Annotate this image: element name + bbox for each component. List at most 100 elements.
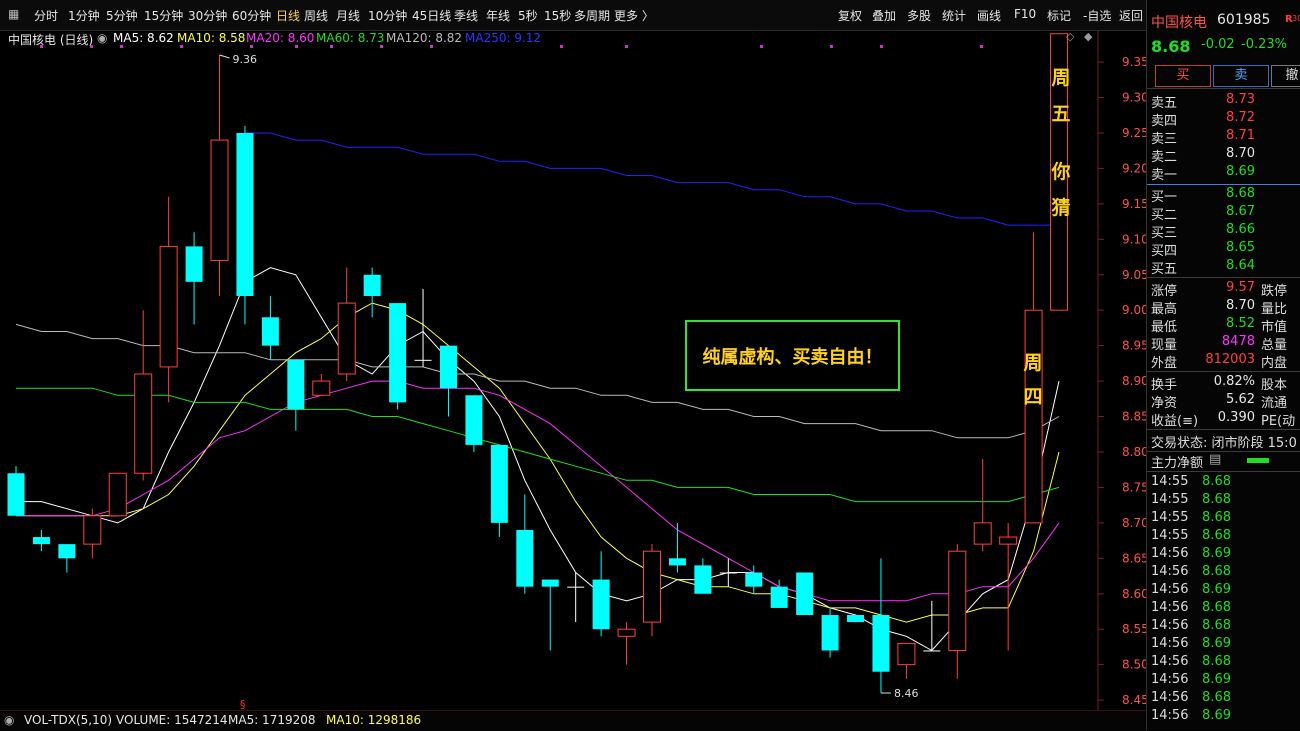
candle[interactable] xyxy=(58,544,76,573)
candle[interactable] xyxy=(490,444,508,538)
candle[interactable] xyxy=(872,558,890,693)
candle[interactable] xyxy=(389,303,407,410)
candle[interactable] xyxy=(312,374,331,396)
period-tab[interactable]: 日线 xyxy=(276,7,300,24)
ask-row[interactable]: 卖四 8.72 xyxy=(1151,110,1300,129)
toolbar-right-item[interactable]: F10 xyxy=(1014,7,1036,21)
candlestick-chart[interactable]: 9.35 9.30 9.25 9.20 9.15 9.10 9.05 9.00 8.95 8.90… xyxy=(0,30,1146,710)
sell-button[interactable]: 卖 xyxy=(1213,65,1269,87)
candle[interactable] xyxy=(948,544,967,679)
candle[interactable] xyxy=(897,642,916,679)
candle[interactable] xyxy=(516,494,534,594)
candle[interactable] xyxy=(261,296,279,360)
ask-row[interactable]: 卖五 8.73 xyxy=(1151,92,1300,111)
candle[interactable] xyxy=(210,55,229,297)
period-tab[interactable]: 1分钟 xyxy=(68,7,100,24)
toolbar-right-item[interactable]: 叠加 xyxy=(872,7,896,24)
candle[interactable] xyxy=(287,359,305,431)
candle-body xyxy=(83,515,102,545)
candle[interactable] xyxy=(592,551,610,637)
period-tab[interactable]: 月线 xyxy=(336,7,360,24)
candle[interactable] xyxy=(796,572,814,616)
candle[interactable] xyxy=(821,607,839,658)
candle[interactable] xyxy=(439,345,457,417)
period-tab[interactable]: 10分钟 xyxy=(368,7,407,24)
tick-price: 8.68 xyxy=(1202,654,1231,669)
event-marker xyxy=(380,45,383,48)
toolbar-right-item[interactable]: 标记 xyxy=(1047,7,1071,24)
indicator-collapse-icon[interactable]: ◉ xyxy=(4,713,14,727)
candle[interactable] xyxy=(617,622,636,665)
period-tab[interactable]: 季线 xyxy=(454,7,478,24)
candle[interactable] xyxy=(668,522,686,573)
toolbar-right-item[interactable]: 复权 xyxy=(838,7,862,24)
y-tick-label: 8.65 xyxy=(1122,551,1146,565)
candle[interactable] xyxy=(363,267,381,318)
bid-row[interactable]: 买一 8.68 xyxy=(1151,186,1300,205)
candle[interactable] xyxy=(414,288,432,367)
high-pointer xyxy=(219,54,230,59)
tick-row: 14:55 8.68 xyxy=(1151,510,1300,528)
main-flow-row[interactable]: 主力净额 ▤ xyxy=(1151,452,1300,471)
price-change: -0.02 xyxy=(1201,37,1235,52)
period-tab[interactable]: 周线 xyxy=(304,7,328,24)
toolbar-right-item[interactable]: 返回 xyxy=(1119,7,1143,24)
period-tab[interactable]: 年线 xyxy=(486,7,510,24)
candle[interactable] xyxy=(236,125,254,325)
buy-button[interactable]: 买 xyxy=(1155,65,1211,87)
list-icon[interactable]: ▤ xyxy=(1209,452,1221,467)
candle[interactable] xyxy=(185,232,203,325)
candle[interactable] xyxy=(973,459,992,552)
candle[interactable] xyxy=(465,395,483,452)
candle-body xyxy=(287,359,305,410)
toolbar-right-item[interactable]: 画线 xyxy=(977,7,1001,24)
candle[interactable] xyxy=(108,472,127,517)
vol-indicator-name[interactable]: VOL-TDX(5,10) xyxy=(24,713,112,727)
bid-price: 8.67 xyxy=(1226,204,1255,219)
stat-row: 收益(≡) 0.390 PE(动 xyxy=(1151,410,1300,429)
period-tab[interactable]: 更多 〉 xyxy=(614,7,654,24)
period-tab[interactable]: 15分钟 xyxy=(144,7,183,24)
candle-body xyxy=(32,537,50,545)
candle[interactable] xyxy=(134,310,153,481)
period-tab[interactable]: 15秒 xyxy=(544,7,571,24)
bid-row[interactable]: 买二 8.67 xyxy=(1151,204,1300,223)
ask-row[interactable]: 卖三 8.71 xyxy=(1151,128,1300,147)
period-tab[interactable]: 30分钟 xyxy=(188,7,227,24)
candle[interactable] xyxy=(83,508,102,559)
candle[interactable] xyxy=(32,529,50,552)
ask-price: 8.70 xyxy=(1226,146,1255,161)
ask-row[interactable]: 卖一 8.69 xyxy=(1151,164,1300,183)
candle-body xyxy=(847,615,865,623)
event-marker xyxy=(430,45,433,48)
candle[interactable] xyxy=(159,196,178,403)
y-tick-label: 9.00 xyxy=(1122,303,1146,317)
period-tab[interactable]: 60分钟 xyxy=(232,7,271,24)
candle[interactable] xyxy=(7,466,25,516)
bid-row[interactable]: 买三 8.66 xyxy=(1151,222,1300,241)
toolbar-right-item[interactable]: -自选 xyxy=(1083,7,1111,24)
bid-ask-divider xyxy=(1147,184,1300,185)
period-tab[interactable]: 5分钟 xyxy=(106,7,138,24)
candle[interactable] xyxy=(694,558,712,594)
event-marker xyxy=(295,45,298,48)
toolbar-right-item[interactable]: 统计 xyxy=(942,7,966,24)
candle[interactable] xyxy=(541,579,559,651)
period-tab[interactable]: 多周期 xyxy=(574,7,610,24)
bid-row[interactable]: 买五 8.64 xyxy=(1151,258,1300,277)
candle[interactable] xyxy=(847,615,865,623)
bid-row[interactable]: 买四 8.65 xyxy=(1151,240,1300,259)
period-tab[interactable]: 5秒 xyxy=(518,7,538,24)
period-tab[interactable]: 45日线 xyxy=(412,7,451,24)
candle-body xyxy=(923,650,941,652)
ask-row[interactable]: 卖二 8.70 xyxy=(1151,146,1300,165)
menu-grid-icon[interactable]: ▦ xyxy=(8,7,19,21)
candle[interactable] xyxy=(337,267,356,382)
candle[interactable] xyxy=(567,572,585,623)
trade-status: 交易状态: 闭市阶段 15:0 xyxy=(1151,432,1300,451)
cancel-button[interactable]: 撤 xyxy=(1271,65,1300,87)
toolbar-right-item[interactable]: 多股 xyxy=(907,7,931,24)
period-tab[interactable]: 分时 xyxy=(34,7,58,24)
candle[interactable] xyxy=(643,544,661,637)
candle[interactable] xyxy=(719,558,737,587)
